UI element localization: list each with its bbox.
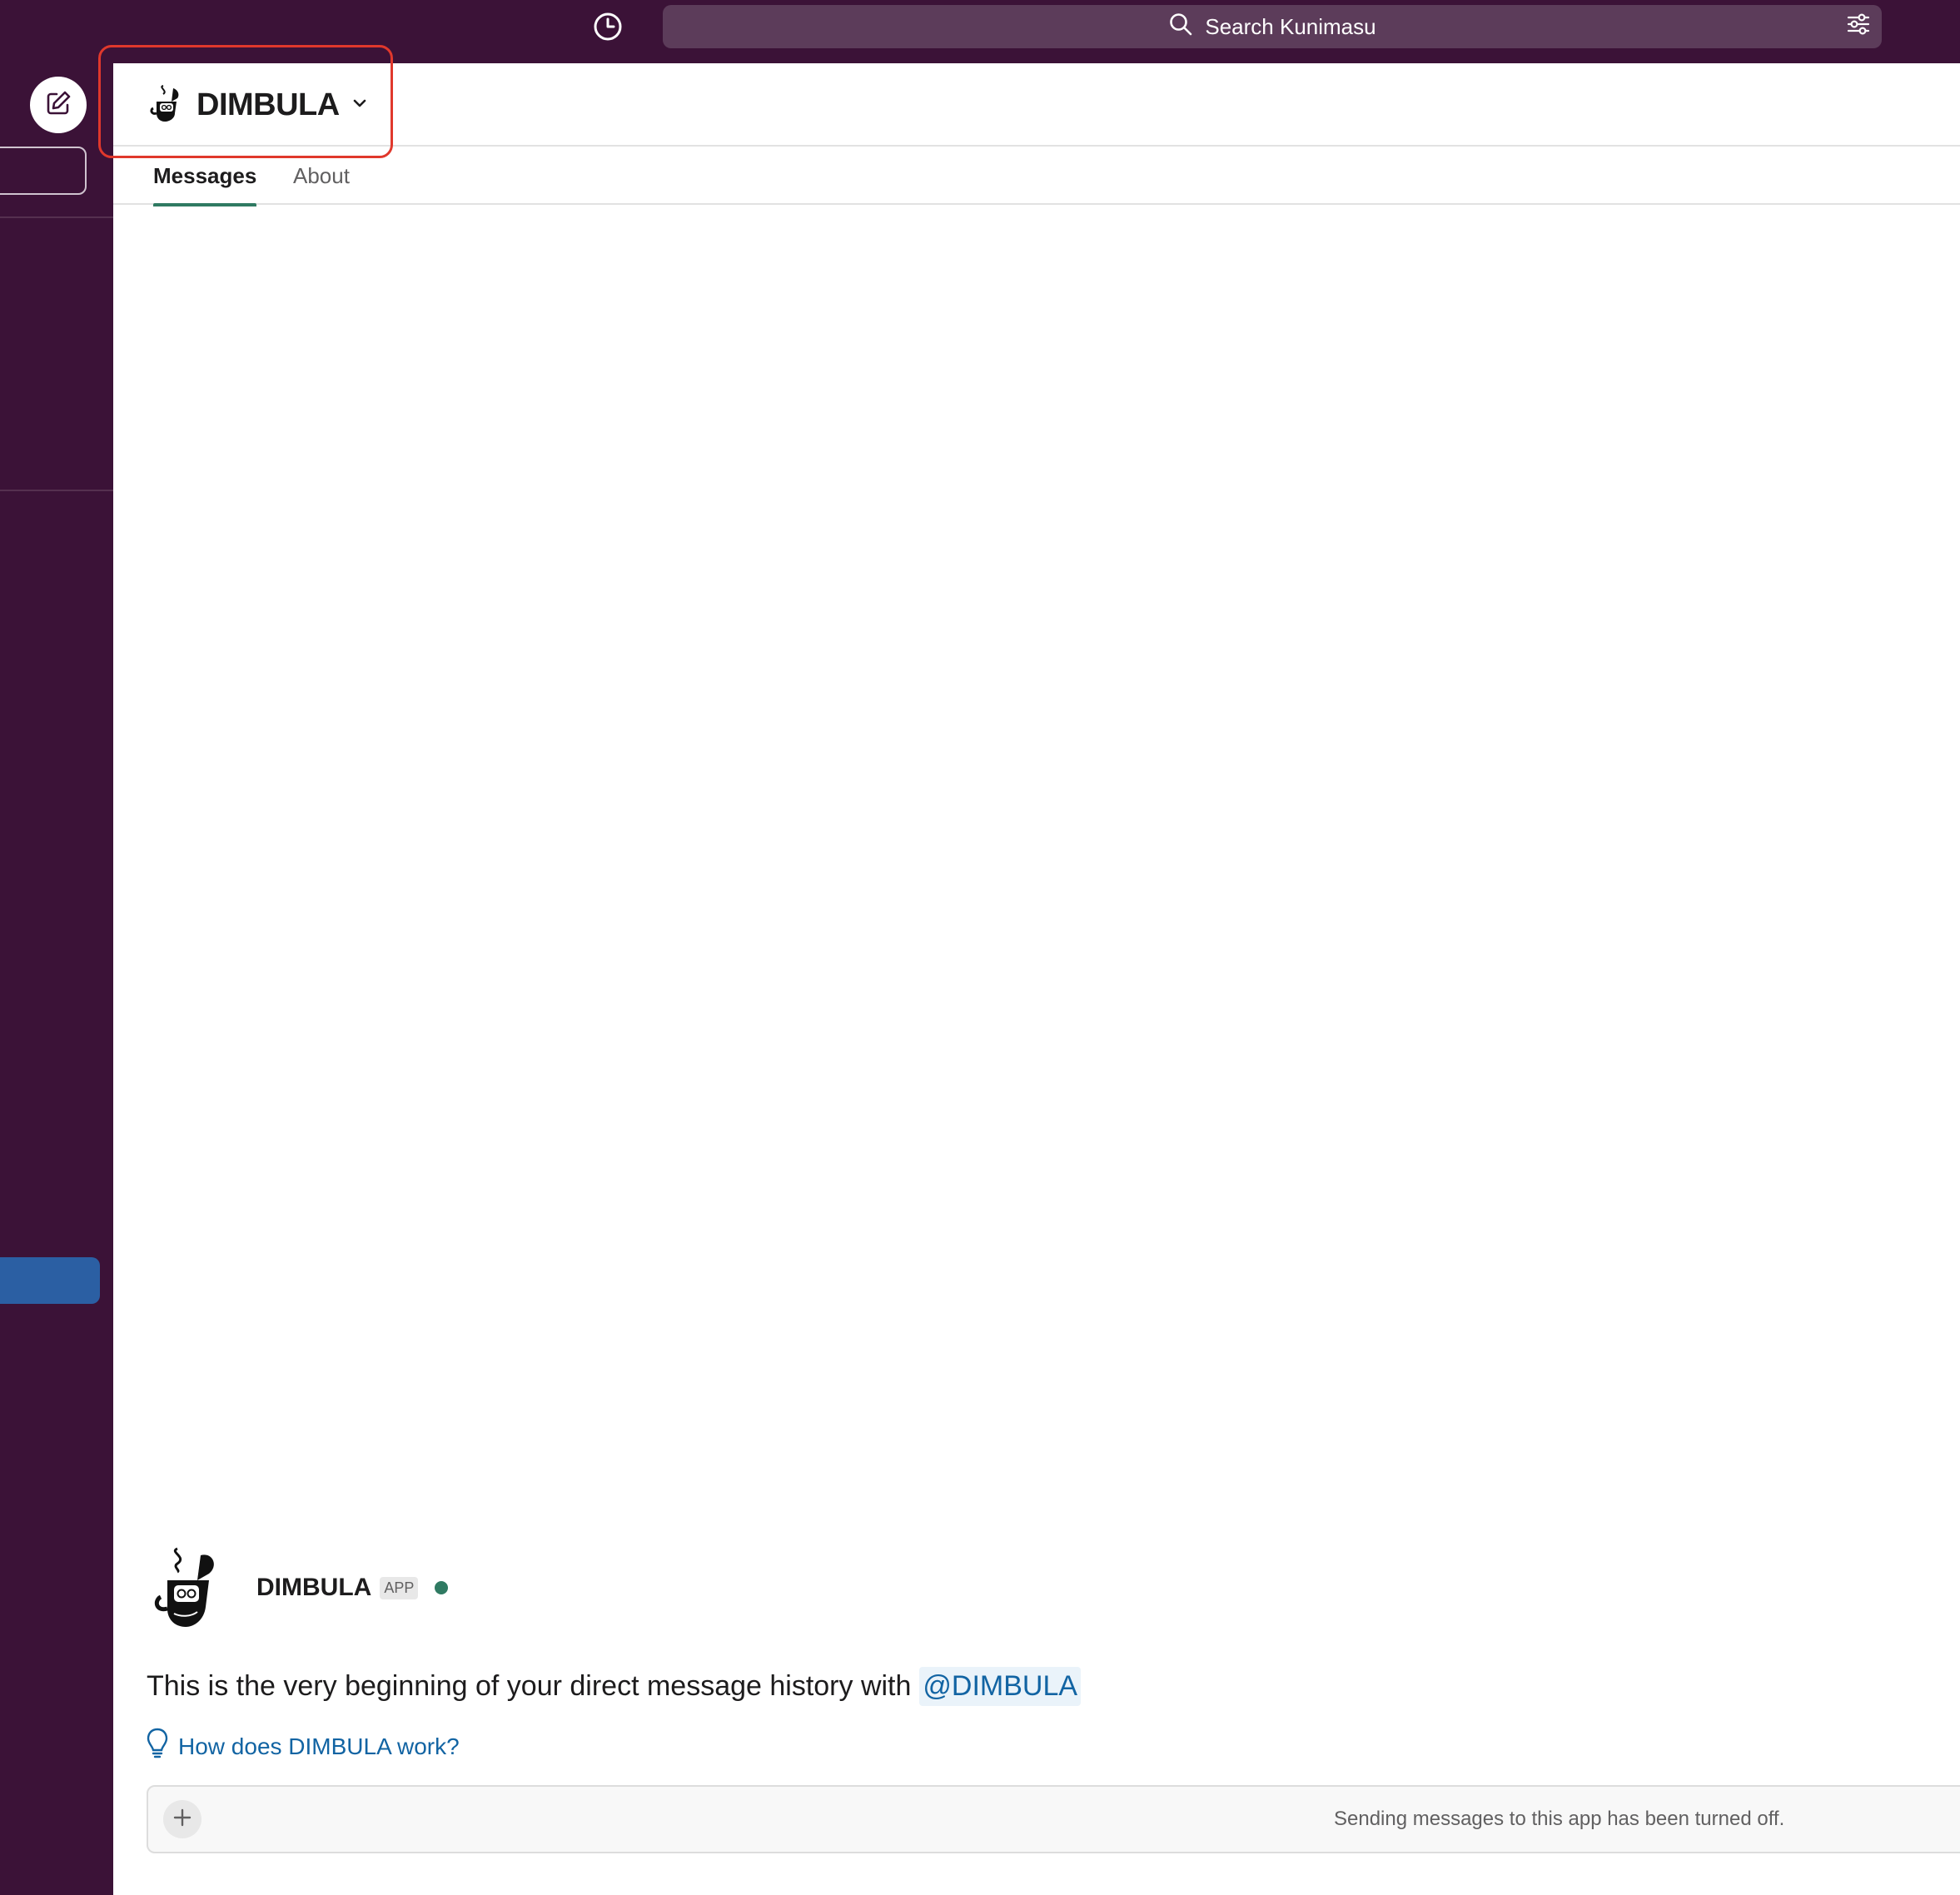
chevron-down-icon: [351, 95, 368, 116]
search-filter-button[interactable]: [1843, 12, 1873, 42]
sidebar-divider: [0, 490, 113, 491]
tab-about[interactable]: About: [293, 147, 350, 205]
top-bar: Search Kunimasu: [0, 0, 1960, 63]
main-pane: DIMBULA Messages About DIMBULA APP This …: [113, 63, 1960, 1895]
sidebar-divider: [0, 216, 113, 218]
bot-name[interactable]: DIMBULA: [256, 1574, 371, 1602]
search-icon: [1168, 12, 1193, 42]
intro-text-row: This is the very beginning of your direc…: [147, 1667, 1895, 1706]
attach-button[interactable]: [163, 1800, 201, 1838]
sidebar-item-selected[interactable]: [0, 1257, 100, 1304]
intro-text: This is the very beginning of your direc…: [147, 1670, 912, 1702]
search-input[interactable]: Search Kunimasu: [663, 5, 1882, 48]
compose-button[interactable]: [30, 77, 87, 133]
channel-name-button[interactable]: DIMBULA: [150, 82, 368, 128]
app-badge: APP: [380, 1576, 419, 1599]
tab-messages[interactable]: Messages: [153, 147, 257, 206]
plus-icon: [172, 1808, 192, 1832]
channel-header: DIMBULA: [113, 63, 1960, 147]
bot-profile-row: DIMBULA APP: [147, 1542, 1895, 1634]
filter-icon: [1846, 12, 1871, 42]
help-link[interactable]: How does DIMBULA work?: [147, 1728, 1895, 1765]
bot-avatar[interactable]: [147, 1542, 230, 1634]
bot-mention-link[interactable]: @DIMBULA: [919, 1667, 1082, 1706]
lightbulb-icon: [147, 1728, 168, 1765]
channel-tabs: Messages About: [113, 147, 1960, 206]
search-placeholder: Search Kunimasu: [1205, 13, 1376, 39]
online-status-icon: [435, 1581, 449, 1594]
message-composer: Sending messages to this app has been tu…: [147, 1785, 1960, 1853]
dm-intro: DIMBULA APP This is the very beginning o…: [147, 1542, 1895, 1765]
history-icon: [592, 11, 624, 47]
compose-icon: [44, 89, 72, 122]
channel-name: DIMBULA: [196, 87, 340, 122]
composer-disabled-note: Sending messages to this app has been tu…: [1334, 1808, 1785, 1830]
sidebar-filter-box[interactable]: [0, 147, 87, 195]
sidebar: [0, 63, 113, 1895]
help-link-label: How does DIMBULA work?: [178, 1733, 460, 1759]
history-button[interactable]: [589, 10, 626, 47]
bot-avatar-icon: [150, 83, 185, 127]
